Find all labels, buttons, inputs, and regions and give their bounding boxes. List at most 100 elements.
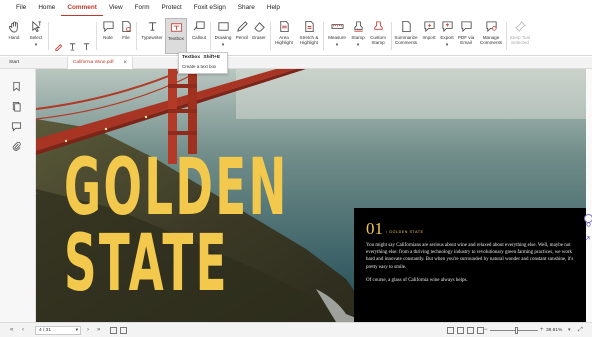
summarize-comments-button[interactable]: Summarize Comments	[393, 18, 419, 54]
file-attach-icon	[120, 20, 133, 33]
single-page-view-icon[interactable]	[447, 327, 454, 334]
headline-state: STATE	[64, 219, 229, 309]
export-comment-icon	[441, 20, 454, 33]
last-page-icon[interactable]: »	[97, 323, 100, 337]
custom-stamp-button[interactable]: Custom Stamp	[368, 18, 388, 54]
chevron-down-icon: ▾	[75, 328, 78, 333]
stamp-button[interactable]: Stamp ▾	[349, 18, 367, 54]
document-page[interactable]: GOLDEN STATE 01 / GOLDEN STATE You might…	[36, 69, 586, 322]
highlight-text-icon[interactable]	[54, 38, 63, 51]
previous-page-icon[interactable]: ‹	[22, 323, 24, 337]
area-highlight-icon	[278, 20, 291, 33]
chevron-down-icon: ▾	[34, 42, 38, 48]
pencil-icon	[236, 20, 249, 33]
menu-comment[interactable]: Comment	[61, 0, 103, 16]
note-icon	[102, 20, 115, 33]
body-paragraph-2: Of course, a glass of California wine al…	[366, 277, 468, 283]
textbox-tooltip: Textbox Shift+E Create a text box	[178, 52, 228, 74]
page-thumbnails-icon[interactable]	[11, 99, 22, 112]
note-button[interactable]: Note	[100, 18, 116, 54]
bookmark-icon[interactable]	[11, 79, 22, 92]
eraser-button[interactable]: Eraser	[251, 18, 267, 54]
eraser-icon	[253, 20, 266, 33]
zoom-level[interactable]: 38.61%	[546, 323, 562, 337]
navigation-panel	[0, 69, 36, 322]
select-cursor-icon	[30, 20, 43, 33]
manage-comments-button[interactable]: Manage Comments	[478, 18, 504, 54]
tab-document[interactable]: California Wine.pdf ×	[67, 57, 133, 69]
continuous-view-icon[interactable]	[457, 327, 464, 334]
chevron-down-icon: ▾	[335, 42, 339, 48]
chevron-down-icon: ▾	[221, 42, 225, 48]
typewriter-button[interactable]: Typewriter	[140, 18, 164, 54]
export-button[interactable]: Export ▾	[438, 18, 456, 54]
tab-start[interactable]: Start	[4, 57, 66, 69]
replace-text-icon[interactable]	[82, 38, 91, 51]
callout-button[interactable]: Callout	[189, 18, 209, 54]
pencil-button[interactable]: Pencil	[234, 18, 250, 54]
menu-help[interactable]: Help	[261, 0, 286, 16]
zoom-slider[interactable]	[490, 327, 538, 334]
copy-view-icon[interactable]	[120, 327, 127, 334]
separator	[136, 22, 137, 50]
comments-panel-icon[interactable]	[11, 119, 22, 132]
stretch-highlight-button[interactable]: Stretch & Highlight	[297, 18, 321, 54]
body-paragraph-1: You might say Californians are serious a…	[366, 243, 574, 270]
area-highlight-button[interactable]: Area Highlight	[272, 18, 296, 54]
tab-document-label: California Wine.pdf	[73, 60, 114, 65]
separator	[270, 22, 271, 50]
typewriter-icon	[146, 20, 159, 33]
pin-icon	[514, 20, 527, 33]
pdf-via-email-button[interactable]: PDF via Email	[456, 18, 476, 54]
separator	[506, 22, 507, 50]
zoom-slider-thumb[interactable]	[514, 327, 518, 334]
page-number-input[interactable]: 4 / 31 ▾	[35, 326, 81, 335]
share-icon[interactable]	[584, 229, 592, 241]
drawing-button[interactable]: Drawing ▾	[213, 18, 233, 54]
first-page-icon[interactable]: «	[10, 323, 13, 337]
menu-protect[interactable]: Protect	[156, 0, 188, 16]
tooltip-title: Textbox	[182, 55, 201, 60]
menu-form[interactable]: Form	[129, 0, 156, 16]
menu-foxit-esign[interactable]: Foxit eSign	[188, 0, 232, 16]
file-attachment-button[interactable]: File	[118, 18, 134, 54]
menu-share[interactable]: Share	[232, 0, 261, 16]
hand-icon	[8, 20, 21, 33]
next-page-icon[interactable]: ›	[87, 323, 89, 337]
menu-view[interactable]: View	[103, 0, 129, 16]
attachments-icon[interactable]	[11, 139, 22, 151]
rectangle-shape-icon	[217, 20, 230, 33]
zoom-out-icon[interactable]: −	[484, 323, 488, 337]
facing-view-icon[interactable]	[467, 327, 474, 334]
measure-button[interactable]: Measure ▾	[326, 18, 348, 54]
select-tool-button[interactable]: Select ▾	[26, 18, 46, 54]
fullscreen-icon[interactable]: ⤢	[578, 323, 583, 337]
keep-tool-selected-button[interactable]: Keep Tool Selected	[508, 18, 532, 54]
zoom-dropdown-icon[interactable]: ▾	[568, 323, 571, 337]
separator	[323, 22, 324, 50]
rotate-view-icon[interactable]	[110, 327, 117, 334]
zoom-in-icon[interactable]: +	[540, 323, 544, 337]
hand-tool-button[interactable]: Hand	[6, 18, 22, 54]
chevron-down-icon: ▾	[445, 42, 449, 48]
ruler-icon	[331, 20, 344, 33]
import-button[interactable]: Import	[420, 18, 438, 54]
separator	[96, 22, 97, 50]
textbox-button[interactable]: Textbox	[165, 18, 187, 54]
ribbon-toolbar: Hand Select ▾ Note File Typewriter Textb…	[0, 16, 592, 65]
chevron-down-icon: ▾	[356, 42, 360, 48]
headline-golden: GOLDEN	[64, 143, 289, 233]
tooltip-shortcut: Shift+E	[203, 55, 221, 60]
status-bar: « ‹ 4 / 31 ▾ › » − + 38.61% ▾ ⤢	[0, 322, 592, 337]
continuous-facing-view-icon[interactable]	[477, 327, 484, 334]
close-icon[interactable]: ×	[123, 57, 127, 69]
menu-file[interactable]: File	[10, 0, 32, 16]
underline-text-icon[interactable]	[68, 38, 77, 51]
menu-home[interactable]: Home	[32, 0, 61, 16]
collapse-panel-arrow-icon[interactable]: ▸	[36, 190, 39, 197]
separator	[210, 22, 211, 50]
assistant-icon[interactable]	[584, 214, 592, 227]
text-panel: 01 / GOLDEN STATE You might say Californ…	[354, 208, 586, 322]
stamp-icon	[352, 20, 365, 33]
tooltip-description: Create a text box	[182, 64, 217, 69]
